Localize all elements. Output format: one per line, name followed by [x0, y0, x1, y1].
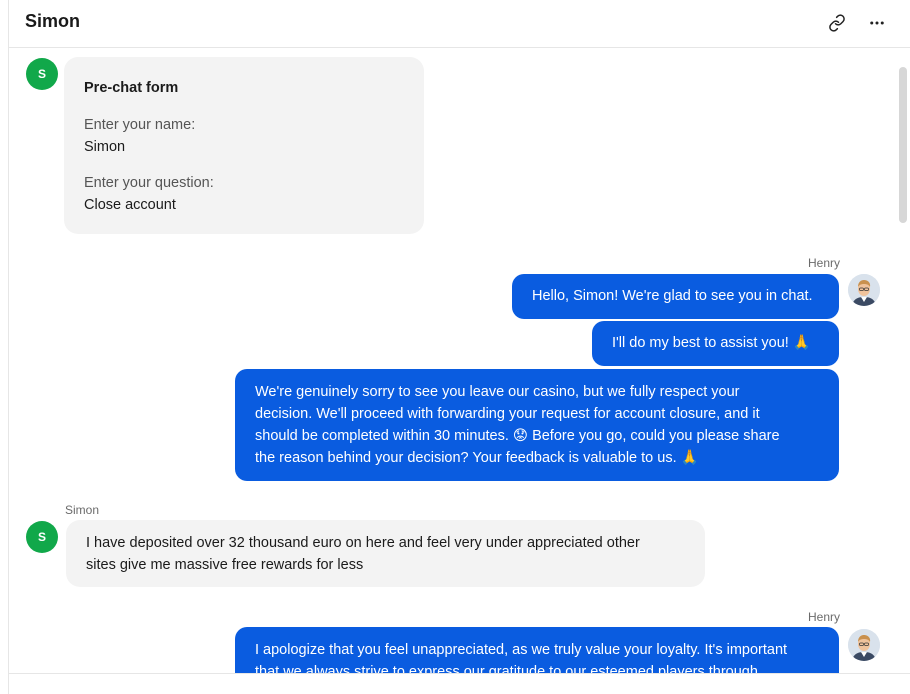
copy-link-button[interactable] [824, 10, 850, 36]
message-text: should be completed within 30 minutes. 😟… [255, 428, 780, 444]
form-name-value: Simon [84, 139, 126, 155]
visitor-message: I have deposited over 32 thousand euro o… [66, 520, 705, 587]
form-name-label: Enter your name: [84, 117, 196, 133]
message-text: We're genuinely sorry to see you leave o… [255, 384, 740, 400]
form-question-label: Enter your question: [84, 175, 214, 191]
link-icon [829, 14, 845, 32]
visitor-avatar: S [26, 521, 58, 553]
agent-message: I'll do my best to assist you! 🙏 [592, 321, 839, 366]
message-text: I have deposited over 32 thousand euro o… [86, 535, 640, 551]
agent-message: Hello, Simon! We're glad to see you in c… [512, 274, 839, 319]
message-sender: Simon [65, 503, 100, 517]
scrollbar[interactable] [899, 67, 907, 223]
message-text: I apologize that you feel unappreciated,… [255, 642, 788, 658]
message-text: I'll do my best to assist you! 🙏 [612, 335, 811, 351]
pre-chat-form-card: Pre-chat form Enter your name: Simon Ent… [64, 57, 424, 234]
message-text: Hello, Simon! We're glad to see you in c… [532, 288, 813, 304]
composer-area[interactable] [9, 673, 910, 694]
agent-avatar [848, 629, 880, 661]
message-text: sites give me massive free rewards for l… [86, 557, 364, 573]
message-sender: Henry [807, 610, 840, 624]
chat-header: Simon [9, 0, 910, 48]
chat-title: Simon [25, 11, 81, 31]
agent-photo-icon [848, 629, 880, 661]
message-list[interactable]: S Pre-chat form Enter your name: Simon E… [9, 49, 910, 673]
message-sender: Henry [807, 256, 840, 270]
agent-photo-icon [848, 274, 880, 306]
more-options-button[interactable] [864, 10, 890, 36]
agent-avatar [848, 274, 880, 306]
message-text: the reason behind your decision? Your fe… [255, 450, 699, 466]
message-text: decision. We'll proceed with forwarding … [255, 406, 760, 422]
agent-message: We're genuinely sorry to see you leave o… [235, 369, 839, 481]
more-horizontal-icon [870, 21, 884, 25]
message-text: that we always strive to express our gra… [255, 664, 758, 673]
agent-message: I apologize that you feel unappreciated,… [235, 627, 839, 673]
visitor-avatar: S [26, 58, 58, 90]
form-question-value: Close account [84, 197, 176, 213]
form-title: Pre-chat form [84, 80, 179, 96]
